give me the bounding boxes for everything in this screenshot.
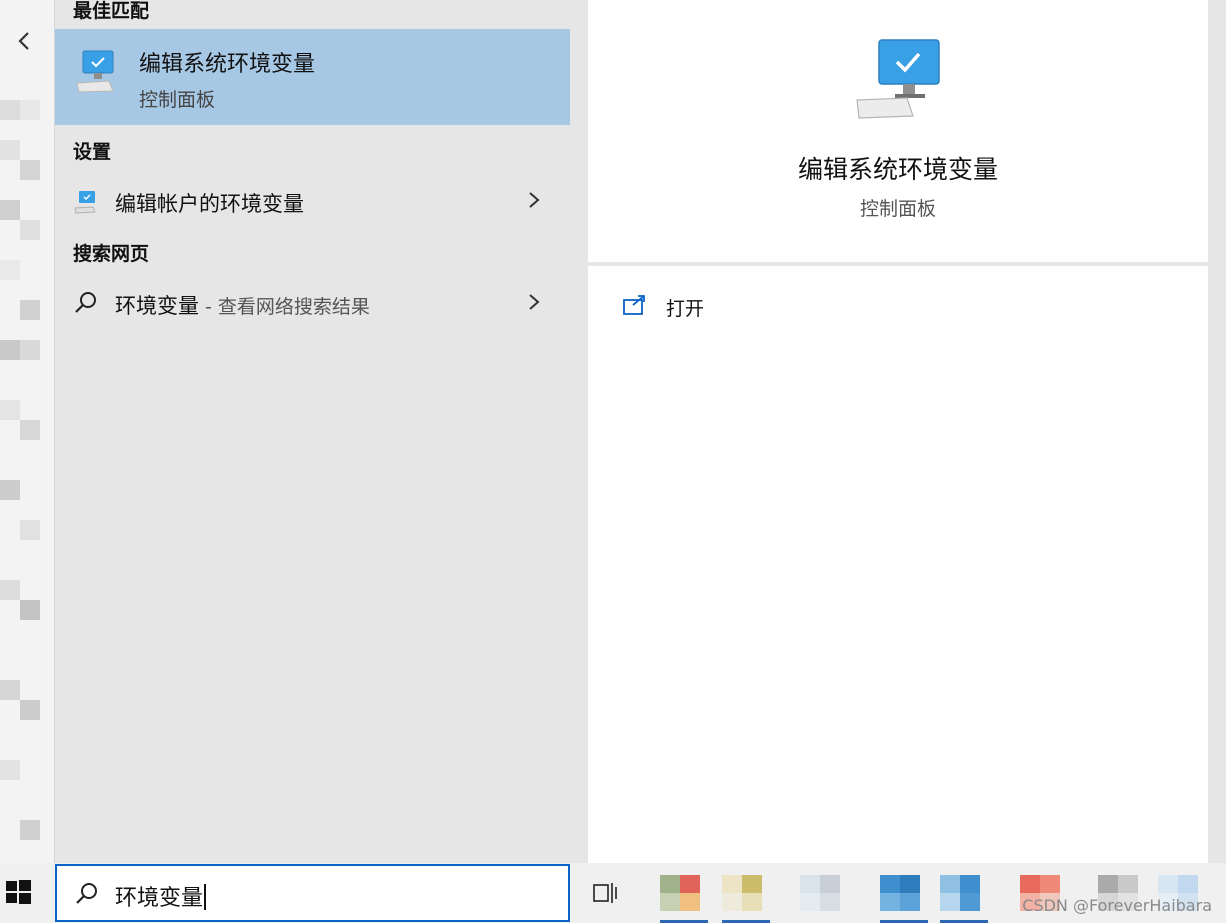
open-external-icon [623, 295, 645, 315]
task-view-icon[interactable] [592, 879, 620, 907]
text-caret [204, 884, 207, 910]
web-result-item[interactable]: 环境变量 - 查看网络搜索结果 [55, 278, 571, 328]
search-box[interactable]: 环境变量 [55, 864, 570, 922]
search-query: 环境变量 [115, 886, 204, 911]
windows-logo-icon[interactable] [0, 863, 54, 923]
preview-title: 编辑系统环境变量 [797, 155, 998, 184]
web-result-suffix: - 查看网络搜索结果 [199, 296, 370, 318]
open-label: 打开 [666, 298, 705, 320]
web-search-heading: 搜索网页 [73, 243, 150, 265]
best-match-subtitle: 控制面板 [139, 89, 216, 111]
preview-subtitle: 控制面板 [859, 198, 936, 220]
search-input[interactable]: 环境变量 [115, 880, 207, 912]
taskbar-app-ide[interactable] [940, 875, 988, 923]
taskbar-app-explorer[interactable] [722, 875, 770, 923]
search-results-panel: 最佳匹配 编辑系统环境变量 控制面板 设置 编辑帐户的环境变量 搜索网页 环境变… [54, 0, 571, 863]
best-match-title: 编辑系统环境变量 [139, 52, 316, 77]
monitor-check-icon [74, 191, 96, 214]
settings-heading: 设置 [73, 141, 112, 163]
preview-actions: 打开 [588, 266, 1208, 863]
open-action[interactable]: 打开 [622, 292, 822, 322]
taskbar-app-browser[interactable] [660, 875, 708, 923]
taskbar: 环境变量 CSDN @ForeverHaibara [0, 863, 1226, 923]
back-chevron-icon [18, 32, 29, 50]
best-match-heading: 最佳匹配 [73, 0, 150, 22]
preview-panel: 编辑系统环境变量 控制面板 打开 [570, 0, 1226, 863]
settings-result-label: 编辑帐户的环境变量 [115, 192, 304, 216]
preview-header: 编辑系统环境变量 控制面板 [588, 0, 1208, 262]
watermark: CSDN @ForeverHaibara [1022, 896, 1212, 915]
web-result-label: 环境变量 - 查看网络搜索结果 [115, 290, 370, 320]
background-window [0, 0, 54, 863]
magnifier-icon [75, 292, 96, 313]
settings-result-item[interactable]: 编辑帐户的环境变量 [55, 176, 571, 226]
chevron-right-icon[interactable] [527, 292, 541, 312]
magnifier-icon [76, 883, 97, 904]
monitor-check-icon [76, 50, 114, 93]
best-match-item[interactable]: 编辑系统环境变量 控制面板 [55, 29, 571, 125]
monitor-check-icon [856, 39, 940, 119]
taskbar-app-editor[interactable] [880, 875, 928, 923]
taskbar-app-files[interactable] [800, 875, 848, 911]
web-result-query: 环境变量 [115, 294, 199, 318]
chevron-right-icon[interactable] [527, 190, 541, 210]
